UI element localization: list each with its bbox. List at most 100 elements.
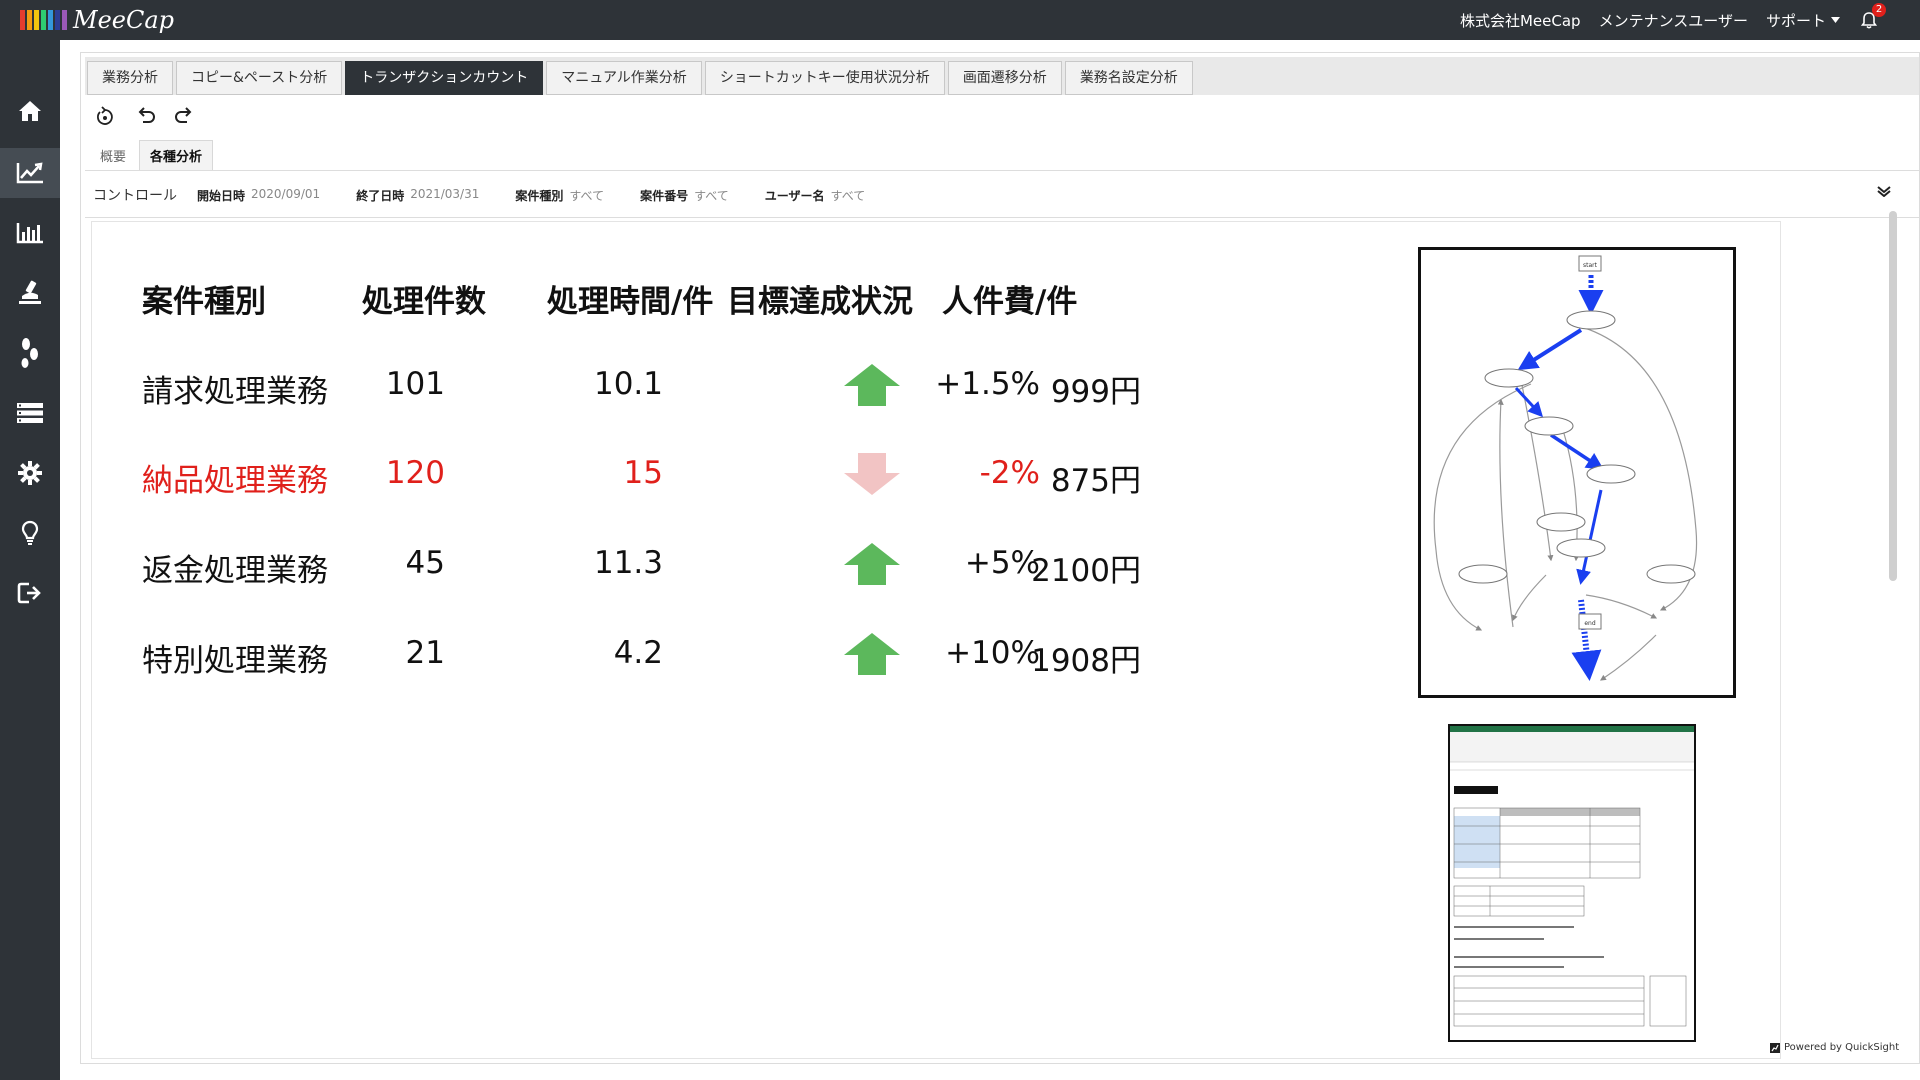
cost-cell: 1908円 — [1031, 643, 1141, 679]
tab-7[interactable]: 業務名設定分析 — [1064, 61, 1193, 95]
filter-label: 終了日時 — [356, 188, 405, 203]
line-chart-icon — [16, 162, 43, 184]
process-flow-diagram: start end — [1418, 247, 1736, 698]
divider — [85, 217, 1919, 218]
spreadsheet-preview — [1450, 726, 1694, 1027]
time-cell: 10.1 — [593, 366, 663, 402]
spreadsheet-thumbnail — [1448, 724, 1696, 1042]
count-cell: 101 — [385, 366, 445, 402]
sidebar-item-ideas[interactable] — [0, 508, 60, 558]
filter-value: すべて — [569, 188, 605, 203]
logo-color-bars — [20, 10, 67, 30]
filter-control[interactable]: 案件種別 すべて — [515, 187, 604, 204]
flow-graph: start end — [1433, 255, 1698, 681]
filter-control[interactable]: 開始日時 2020/09/01 — [197, 187, 320, 204]
logo-text: MeeCap — [73, 6, 175, 34]
support-menu[interactable]: サポート — [1766, 10, 1840, 31]
company-name: 株式会社MeeCap — [1459, 11, 1581, 30]
column-header: 処理時間/件 — [547, 284, 714, 320]
sidebar — [0, 40, 60, 1080]
logo-bar — [55, 10, 60, 30]
lightbulb-icon — [21, 520, 39, 545]
notification-button[interactable]: 2 — [1858, 3, 1886, 31]
bar-chart-icon — [16, 223, 43, 244]
sidebar-item-list[interactable] — [0, 388, 60, 438]
case-type-cell: 特別処理業務 — [142, 643, 328, 679]
powered-by-text: Powered by QuickSight — [1784, 1042, 1900, 1053]
tab-2[interactable]: コピー&ペースト分析 — [176, 61, 343, 95]
toolbar — [93, 101, 197, 131]
start-node: start — [1583, 262, 1598, 269]
change-cell: +10% — [945, 635, 1040, 671]
top-bar: MeeCap 株式会社MeeCap メンテナンスユーザー サポート 2 — [0, 0, 1920, 40]
sidebar-item-analysis[interactable] — [0, 148, 60, 198]
caret-down-icon — [1831, 17, 1840, 23]
quicksight-icon — [1770, 1042, 1780, 1053]
time-cell: 15 — [623, 455, 663, 491]
tab-1[interactable]: 業務分析 — [87, 61, 173, 95]
redo-icon — [175, 107, 192, 123]
filter-label: 開始日時 — [197, 188, 246, 203]
change-cell: +1.5% — [935, 366, 1040, 402]
sheet-tab-2[interactable]: 各種分析 — [139, 140, 214, 171]
undo-button[interactable] — [133, 104, 157, 128]
sidebar-item-reports[interactable] — [0, 208, 60, 258]
scrollbar[interactable] — [1889, 211, 1897, 581]
user-name[interactable]: メンテナンスユーザー — [1599, 10, 1748, 31]
support-label: サポート — [1765, 11, 1826, 30]
footsteps-icon — [21, 338, 38, 368]
filter-value: 2020/09/01 — [251, 186, 321, 201]
arrow-up-icon — [844, 543, 900, 585]
sidebar-item-steps[interactable] — [0, 328, 60, 378]
filter-control[interactable]: ユーザー名 すべて — [765, 187, 865, 204]
filter-value: すべて — [830, 188, 866, 203]
chevron-down-icon[interactable] — [1877, 185, 1891, 197]
tab-3[interactable]: トランザクションカウント — [345, 61, 544, 95]
meecap-logo[interactable]: MeeCap — [20, 6, 174, 34]
column-header: 目標達成状況 — [727, 284, 913, 320]
home-icon — [19, 101, 41, 121]
redo-button[interactable] — [173, 104, 197, 128]
tab-5[interactable]: ショートカットキー使用状況分析 — [704, 61, 945, 95]
filter-value: 2021/03/31 — [410, 186, 480, 201]
column-header: 案件種別 — [142, 284, 266, 320]
column-header: 人件費/件 — [942, 284, 1078, 320]
filter-control[interactable]: 終了日時 2021/03/31 — [356, 187, 479, 204]
divider — [85, 170, 1919, 171]
logo-bar — [62, 10, 67, 30]
control-title: コントロール — [93, 188, 177, 204]
count-cell: 120 — [385, 455, 445, 491]
control-bar: コントロール 開始日時 2020/09/01 終了日時 2021/03/31 案件種別す… — [93, 183, 901, 207]
logo-bar — [48, 10, 53, 30]
change-cell: -2% — [979, 455, 1040, 491]
filter-control[interactable]: 案件番号 すべて — [640, 187, 729, 204]
sidebar-item-home[interactable] — [0, 86, 60, 136]
filter-label: 案件種別 — [515, 188, 564, 203]
sidebar-item-logout[interactable] — [0, 568, 60, 618]
cost-cell: 999円 — [1050, 374, 1141, 410]
filter-label: ユーザー名 — [764, 188, 825, 203]
end-node: end — [1584, 620, 1595, 627]
powered-by: Powered by QuickSight — [1770, 1042, 1899, 1053]
reset-icon — [97, 106, 113, 125]
sidebar-item-inspect[interactable] — [0, 268, 60, 318]
sheet-tab-1[interactable]: 概要 — [89, 140, 137, 171]
tab-4[interactable]: マニュアル作業分析 — [546, 61, 702, 95]
cost-cell: 875円 — [1050, 463, 1141, 499]
reset-button[interactable] — [93, 104, 117, 128]
logo-bar — [41, 10, 46, 30]
tab-6[interactable]: 画面遷移分析 — [947, 61, 1062, 95]
case-type-cell: 返金処理業務 — [142, 553, 328, 589]
microscope-icon — [19, 280, 41, 304]
time-cell: 11.3 — [593, 545, 663, 581]
logo-bar — [27, 10, 32, 30]
time-cell: 4.2 — [613, 635, 663, 671]
analysis-tabs: 業務分析 コピー&ペースト分析 トランザクションカウント マニュアル作業分析 ショートカ… — [85, 57, 1919, 95]
count-cell: 21 — [405, 635, 445, 671]
logo-bar — [34, 10, 39, 30]
sidebar-item-settings[interactable] — [0, 448, 60, 498]
list-icon — [17, 403, 43, 423]
kpi-visual: 案件種別 処理件数 処理時間/件 目標達成状況 人件費/件 請求処理業務 101 10.1 +1… — [91, 221, 1781, 1059]
logout-icon — [17, 582, 41, 604]
change-cell: +5% — [964, 545, 1040, 581]
